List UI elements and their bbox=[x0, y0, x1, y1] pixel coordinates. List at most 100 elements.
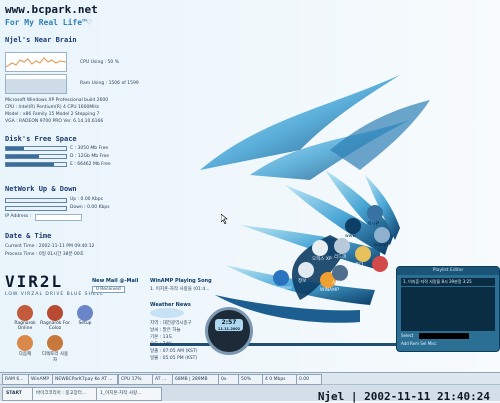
board-icon bbox=[367, 205, 383, 221]
add-button[interactable]: Add bbox=[401, 341, 409, 346]
sysinfo-model: Model : x86 Family 15 Model 2 Stepping 7 bbox=[5, 112, 100, 117]
taskbar-clock: Njel | 2002-11-11 21:40:24 bbox=[317, 390, 490, 403]
swirl-office-icon[interactable]: 오피스 XP bbox=[312, 240, 332, 262]
mail-received-count[interactable]: 0 Received bbox=[92, 286, 125, 293]
network-down-bar bbox=[5, 206, 67, 211]
sysinfo-cpu: CPU : Intel(R) Pentium(R) 4 CPU 1600MHz bbox=[5, 105, 100, 110]
current-time-label: Current Time : 2002-11-11 PM 09:40:12 bbox=[5, 244, 95, 249]
network-up-bar bbox=[5, 198, 67, 203]
cloud-icon bbox=[150, 308, 184, 318]
header-life-title: For My Real Life™♡ bbox=[5, 18, 92, 27]
task-bikekorea[interactable]: 바이크코리아 : 중고장터... bbox=[32, 387, 98, 401]
info-icon bbox=[298, 262, 314, 278]
desktop-icon-directory-user[interactable]: 디렉토리 사용자 bbox=[40, 335, 70, 363]
taskbar: RAM 6... WinAMP NEWBCParK7pay Ke AT ... … bbox=[0, 372, 500, 403]
sysinfo-os: Microsoft Windows XP Professional build … bbox=[5, 98, 109, 103]
network-rate[interactable]: 0.00 bbox=[296, 374, 322, 385]
task-newbcpark[interactable]: NEWBCParK7pay Ke AT ... bbox=[52, 374, 118, 385]
disk-d-label: D : 12Gb Mb Free bbox=[70, 154, 110, 159]
winamp-playing-song: 1. 이지훈-자작 사랑을 (01:4... bbox=[150, 287, 210, 292]
misc-button[interactable]: Misc bbox=[428, 341, 437, 346]
folder-icon bbox=[47, 335, 63, 351]
virzl-logo: VIR2L bbox=[5, 272, 64, 291]
remove-button[interactable]: Rem bbox=[410, 341, 419, 346]
swirl-folder-icon[interactable]: 폴더 bbox=[355, 246, 371, 268]
ram-meter[interactable]: RAM 6... bbox=[2, 374, 30, 385]
swirl-www-icon[interactable]: www bbox=[345, 218, 361, 239]
cpu-meter[interactable]: CPU 17% bbox=[118, 374, 154, 385]
select-field[interactable] bbox=[419, 333, 469, 339]
taskbar-monitor-row: RAM 6... WinAMP NEWBCParK7pay Ke AT ... … bbox=[0, 373, 500, 385]
new-mail-title: New Mail @-Mail bbox=[92, 278, 139, 284]
desktop-icon-setup[interactable]: Setup bbox=[70, 305, 100, 326]
dial-date: 11.11.2002 bbox=[217, 327, 241, 331]
header-brain-title: Njel's Near Brain bbox=[5, 36, 77, 44]
readme-icon bbox=[334, 238, 350, 254]
ram-usage-label: Ram Using : 1506 of 1599 bbox=[80, 81, 139, 86]
playlist-area bbox=[401, 287, 495, 331]
datetime-section-title: Date & Time bbox=[5, 232, 52, 240]
folder-icon bbox=[355, 246, 371, 262]
bcpark-icon bbox=[374, 227, 390, 243]
select-button[interactable]: Select bbox=[401, 333, 413, 338]
weather-humidity: 습도 : 74% bbox=[150, 342, 173, 347]
dial-time: 2:57 bbox=[221, 319, 237, 326]
swirl-explorer-icon[interactable]: Explorer bbox=[273, 270, 292, 291]
playlist-item[interactable]: 1. 이지훈-자작 사랑을 8시 39분정 3:25 bbox=[401, 278, 495, 286]
at-meter[interactable]: AT ... bbox=[152, 374, 174, 385]
swirl-bcpark-icon[interactable]: bcpark bbox=[374, 227, 390, 248]
memory-meter[interactable]: 68MB | 289MB bbox=[172, 374, 220, 385]
sel-button[interactable]: Sel bbox=[420, 341, 426, 346]
desktop-icon-ragnarok-coloz[interactable]: Ragnarok For Coloz bbox=[40, 305, 70, 331]
ox-meter[interactable]: 0x bbox=[218, 374, 240, 385]
cpu-usage-label: CPU Using : 50 % bbox=[80, 60, 119, 65]
start-button[interactable]: START bbox=[2, 387, 34, 401]
disk-section-title: Disk's Free Space bbox=[5, 135, 77, 143]
cpu-graph bbox=[5, 52, 67, 72]
ram-graph bbox=[5, 74, 67, 94]
ragnarok-icon bbox=[47, 305, 63, 321]
swirl-alsong-icon[interactable]: ALSONG bbox=[332, 265, 351, 286]
weather-title: Weather News bbox=[150, 302, 191, 308]
watermark-text: www.bcpark.net bbox=[5, 3, 98, 16]
weather-temp: 기온 : 13도 bbox=[150, 335, 173, 340]
daum-icon bbox=[17, 335, 33, 351]
ip-address-field bbox=[35, 214, 82, 221]
taskbar-main-row: START 바이크코리아 : 중고장터... 1_이지훈-자작 사랑... Nj… bbox=[0, 385, 500, 403]
weather-sky: 날씨 : 맑은 하늘 bbox=[150, 328, 181, 333]
mouse-cursor-icon bbox=[221, 214, 228, 224]
network-meter[interactable]: 4 0 Mbps bbox=[262, 374, 298, 385]
disk-e-label: E : 66462 Mb Free bbox=[70, 162, 111, 167]
ragnarok-icon bbox=[17, 305, 33, 321]
office-icon bbox=[312, 240, 328, 256]
swirl-board-icon[interactable]: 게시판 bbox=[367, 205, 383, 227]
swirl-readme-icon[interactable]: 리드미 bbox=[334, 238, 350, 260]
disk-e-bar bbox=[5, 162, 67, 167]
disk-c-label: C : 3050 Mb Free bbox=[70, 146, 109, 151]
task-playing-song[interactable]: 1_이지훈-자작 사랑... bbox=[96, 387, 162, 401]
network-down-label: Down : 0.00 Kbps bbox=[70, 205, 110, 210]
swirl-info-icon[interactable]: 정보 bbox=[298, 262, 314, 284]
winamp-playing-title: WinAMP Playing Song bbox=[150, 278, 212, 284]
disk-c-bar bbox=[5, 146, 67, 151]
weather-sunset: 일몰 : 05:05 PM (KST) bbox=[150, 356, 198, 361]
network-up-label: Up : 0.00 Kbps bbox=[70, 197, 103, 202]
swirl-game-icon[interactable]: 게임 bbox=[372, 256, 388, 278]
sysinfo-vga: VGA : RADEON 9700 PRO Ver. 6.14.10.6166 bbox=[5, 119, 104, 124]
playlist-editor-window[interactable]: Playlist Editor 1. 이지훈-자작 사랑을 8시 39분정 3:… bbox=[396, 266, 500, 352]
process-time-label: Process Time : 0일 01시간 38분 00초 bbox=[5, 252, 84, 257]
desktop-icon-ragnarok-online[interactable]: Ragnarok Online bbox=[10, 305, 40, 331]
desktop-icon-daum[interactable]: 다음캐 bbox=[10, 335, 40, 357]
alsong-icon bbox=[332, 265, 348, 281]
game-icon bbox=[372, 256, 388, 272]
ip-address-label: IP Address : bbox=[5, 214, 32, 219]
setup-icon bbox=[77, 305, 93, 321]
percent-meter[interactable]: 50% bbox=[238, 374, 264, 385]
disk-d-bar bbox=[5, 154, 67, 159]
network-section-title: NetWork Up & Down bbox=[5, 185, 77, 193]
playlist-editor-title: Playlist Editor bbox=[397, 267, 499, 275]
dial-clock: 2:57 11.11.2002 bbox=[205, 307, 253, 355]
globe-icon bbox=[345, 218, 361, 234]
winamp-mini[interactable]: WinAMP bbox=[28, 374, 54, 385]
weather-sunrise: 일출 : 07:05 AM (KST) bbox=[150, 349, 198, 354]
